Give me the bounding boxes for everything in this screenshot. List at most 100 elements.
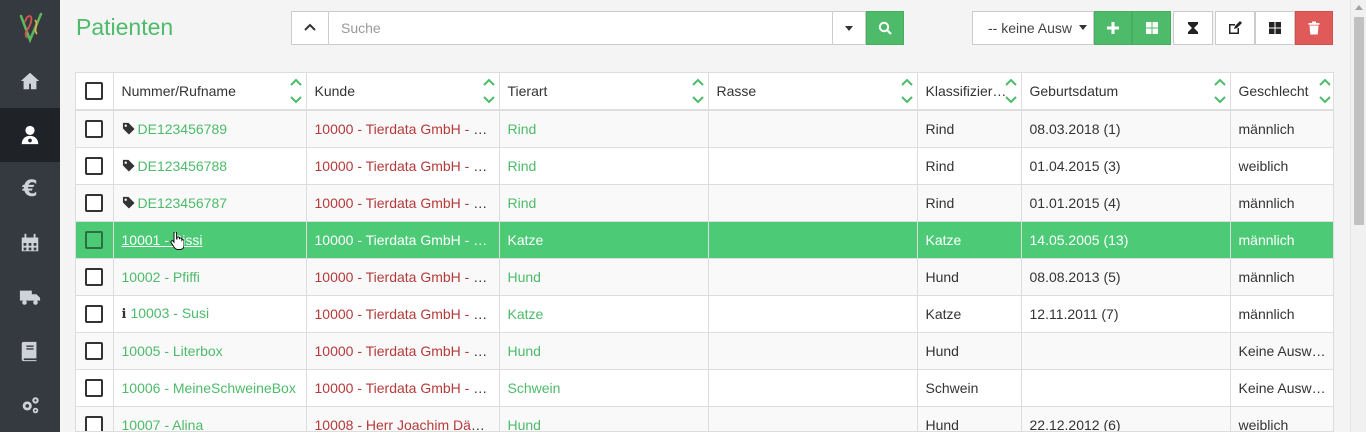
customer-link[interactable]: 10000 - Tierdata GmbH - H... bbox=[315, 306, 496, 322]
nav-book[interactable] bbox=[0, 324, 60, 378]
cell-tierart: Hund bbox=[499, 258, 709, 296]
search-options-button[interactable] bbox=[832, 11, 866, 45]
customer-link[interactable]: 10000 - Tierdata GmbH - H... bbox=[315, 158, 496, 174]
column-header[interactable]: Klassifizierung bbox=[917, 73, 1022, 111]
customer-link[interactable]: 10000 - Tierdata GmbH - H... bbox=[315, 232, 496, 248]
column-header[interactable]: Rasse bbox=[708, 73, 918, 111]
customer-link[interactable]: 10000 - Tierdata GmbH - H... bbox=[315, 269, 496, 285]
row-checkbox[interactable] bbox=[85, 156, 104, 175]
cell-kunde: 10000 - Tierdata GmbH - H... bbox=[306, 147, 500, 185]
patient-link[interactable]: DE123456789 bbox=[138, 121, 228, 137]
table-row[interactable]: DE123456787 10000 - Tierdata GmbH - H... R… bbox=[76, 184, 1333, 222]
patient-link[interactable]: 10006 - MeineSchweineBox bbox=[122, 380, 296, 396]
collapse-button[interactable] bbox=[291, 11, 329, 45]
cell-geburtsdatum: 08.03.2018 (1) bbox=[1021, 110, 1231, 148]
cell-geburtsdatum: 01.01.2015 (4) bbox=[1021, 184, 1231, 222]
search-button[interactable] bbox=[866, 11, 904, 45]
scroll-thumb[interactable] bbox=[1354, 17, 1364, 225]
edit-button[interactable] bbox=[1215, 11, 1255, 45]
cell-klassifizierung: Hund bbox=[917, 406, 1022, 431]
nav-billing[interactable]: € bbox=[0, 162, 60, 216]
sort-icon[interactable] bbox=[691, 76, 704, 106]
cell-geschlecht: männlich bbox=[1230, 110, 1333, 148]
column-header[interactable]: Tierart bbox=[499, 73, 709, 111]
column-header[interactable]: Geschlecht bbox=[1230, 73, 1333, 111]
table-row[interactable]: 10007 - Alina 10008 - Herr Joachim Dänner… bbox=[76, 406, 1333, 432]
patient-link[interactable]: 10003 - Susi bbox=[130, 305, 209, 321]
table-row[interactable]: 10002 - Pfiffi 10000 - Tierdata GmbH - H.… bbox=[76, 258, 1333, 296]
column-header[interactable]: Nummer/Rufname bbox=[113, 73, 307, 111]
nav-calendar[interactable] bbox=[0, 216, 60, 270]
row-checkbox[interactable] bbox=[85, 378, 104, 397]
sort-icon[interactable] bbox=[1318, 76, 1331, 106]
row-checkbox[interactable] bbox=[85, 119, 104, 138]
cell-tierart: Rind bbox=[499, 147, 709, 185]
species-link[interactable]: Hund bbox=[508, 417, 541, 432]
species-link[interactable]: Katze bbox=[508, 306, 544, 322]
gears-icon bbox=[22, 397, 39, 414]
row-checkbox[interactable] bbox=[85, 341, 104, 360]
table-row[interactable]: 10001 - Sissi 10000 - Tierdata GmbH - H..… bbox=[76, 221, 1333, 259]
tile-view-button[interactable] bbox=[1255, 11, 1295, 45]
customer-link[interactable]: 10008 - Herr Joachim Dänner bbox=[315, 417, 499, 432]
customer-link[interactable]: 10000 - Tierdata GmbH - H... bbox=[315, 195, 496, 211]
sort-icon[interactable] bbox=[482, 76, 495, 106]
patient-link[interactable]: 10002 - Pfiffi bbox=[122, 269, 200, 285]
sort-icon[interactable] bbox=[289, 76, 302, 106]
column-label: Nummer/Rufname bbox=[121, 83, 236, 99]
row-checkbox[interactable] bbox=[85, 415, 104, 431]
select-all-checkbox[interactable] bbox=[85, 82, 104, 101]
column-header[interactable]: Kunde bbox=[306, 73, 500, 111]
nav-delivery[interactable] bbox=[0, 270, 60, 324]
patient-link[interactable]: 10005 - Literbox bbox=[122, 343, 223, 359]
cell-nummer: 10002 - Pfiffi bbox=[113, 258, 307, 296]
cell-kunde: 10000 - Tierdata GmbH - H... bbox=[306, 295, 500, 333]
patient-link[interactable]: 10007 - Alina bbox=[122, 417, 204, 432]
sort-icon[interactable] bbox=[1213, 76, 1226, 106]
row-checkbox[interactable] bbox=[85, 267, 104, 286]
row-checkbox[interactable] bbox=[85, 230, 104, 249]
row-checkbox[interactable] bbox=[85, 304, 104, 323]
customer-link[interactable]: 10000 - Tierdata GmbH - H... bbox=[315, 121, 496, 137]
cell-kunde: 10000 - Tierdata GmbH - H... bbox=[306, 110, 500, 148]
page-scrollbar[interactable] bbox=[1350, 0, 1366, 432]
row-select-cell bbox=[76, 110, 114, 148]
add-button[interactable] bbox=[1094, 11, 1132, 45]
filter-select[interactable]: -- keine Ausw bbox=[972, 11, 1094, 45]
grid-view-button[interactable] bbox=[1132, 11, 1171, 45]
patient-link[interactable]: DE123456788 bbox=[138, 158, 228, 174]
app-logo[interactable] bbox=[0, 0, 60, 54]
delete-button[interactable] bbox=[1295, 11, 1333, 45]
nav-home[interactable] bbox=[0, 54, 60, 108]
user-doctor-icon bbox=[21, 125, 39, 145]
patient-link[interactable]: 10001 - Sissi bbox=[122, 232, 203, 248]
customer-link[interactable]: 10000 - Tierdata GmbH - H... bbox=[315, 380, 496, 396]
cell-geschlecht: männlich bbox=[1230, 258, 1333, 296]
customer-link[interactable]: 10000 - Tierdata GmbH - H... bbox=[315, 343, 496, 359]
table-row[interactable]: i 10003 - Susi 10000 - Tierdata GmbH - H..… bbox=[76, 295, 1333, 333]
scroll-up-arrow[interactable] bbox=[1355, 5, 1363, 10]
table-row[interactable]: 10005 - Literbox 10000 - Tierdata GmbH - … bbox=[76, 332, 1333, 370]
row-checkbox[interactable] bbox=[85, 193, 104, 212]
sort-icon[interactable] bbox=[1004, 76, 1017, 106]
sort-icon[interactable] bbox=[900, 76, 913, 106]
column-header[interactable]: Geburtsdatum bbox=[1021, 73, 1231, 111]
table-row[interactable]: DE123456789 10000 - Tierdata GmbH - H... R… bbox=[76, 110, 1333, 148]
species-link[interactable]: Rind bbox=[508, 158, 537, 174]
trash-icon bbox=[1308, 21, 1320, 35]
table-row[interactable]: DE123456788 10000 - Tierdata GmbH - H... R… bbox=[76, 147, 1333, 185]
species-link[interactable]: Hund bbox=[508, 343, 541, 359]
species-link[interactable]: Hund bbox=[508, 269, 541, 285]
cell-tierart: Hund bbox=[499, 332, 709, 370]
species-link[interactable]: Rind bbox=[508, 121, 537, 137]
search-input[interactable] bbox=[329, 11, 832, 45]
history-button[interactable] bbox=[1173, 11, 1213, 45]
table-row[interactable]: 10006 - MeineSchweineBox 10000 - Tierdata… bbox=[76, 369, 1333, 407]
row-select-cell bbox=[76, 295, 114, 333]
nav-patients[interactable] bbox=[0, 108, 60, 162]
species-link[interactable]: Rind bbox=[508, 195, 537, 211]
species-link[interactable]: Katze bbox=[508, 232, 544, 248]
species-link[interactable]: Schwein bbox=[508, 380, 561, 396]
nav-settings[interactable] bbox=[0, 378, 60, 432]
patient-link[interactable]: DE123456787 bbox=[138, 195, 228, 211]
